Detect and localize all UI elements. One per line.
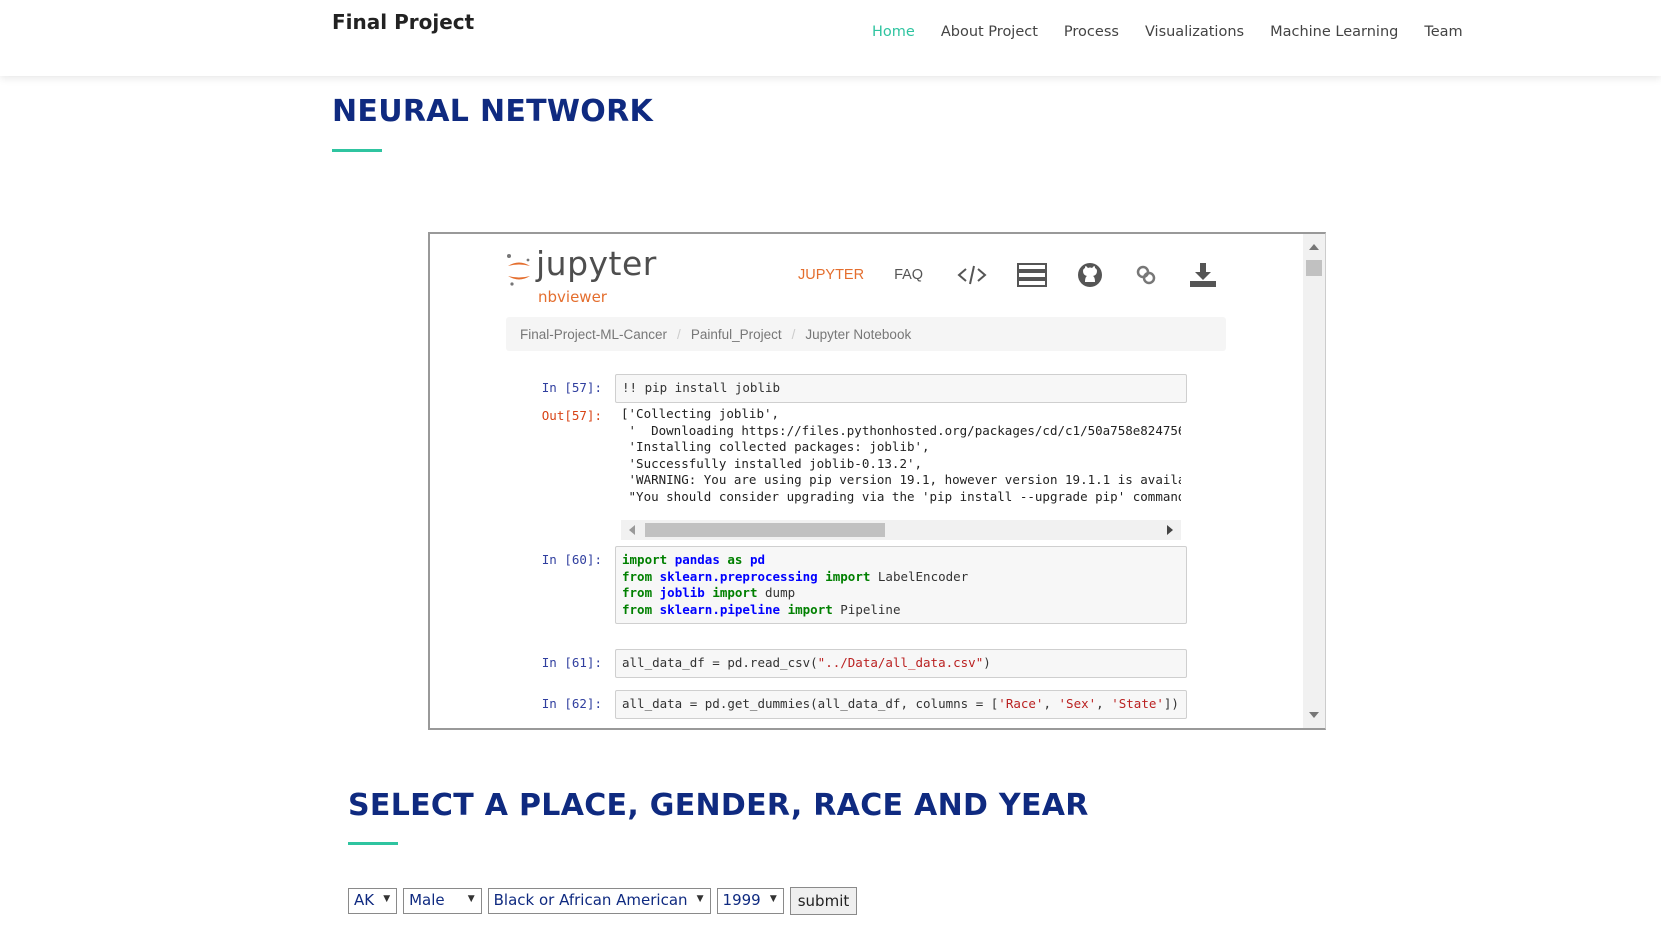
cell-prompt: In [60]:: [541, 552, 602, 567]
gender-select-value: Male: [409, 891, 445, 909]
nav-visualizations[interactable]: Visualizations: [1145, 24, 1244, 40]
breadcrumb-repo[interactable]: Final-Project-ML-Cancer: [520, 327, 667, 342]
brand-title[interactable]: Final Project: [332, 10, 474, 34]
cell-output: ['Collecting joblib', ' Downloading http…: [621, 406, 1181, 504]
scroll-thumb[interactable]: [1306, 260, 1322, 276]
title-underline: [332, 149, 382, 152]
submit-button[interactable]: submit: [789, 887, 858, 915]
breadcrumb: Final-Project-ML-Cancer / Painful_Projec…: [506, 317, 1226, 351]
dropdown-arrow-icon: ▼: [769, 894, 777, 904]
output-prompt: Out[57]:: [541, 408, 602, 423]
scroll-down-arrow-icon[interactable]: [1309, 712, 1319, 718]
nbviewer-nav-jupyter[interactable]: JUPYTER: [798, 267, 864, 283]
breadcrumb-folder[interactable]: Painful_Project: [691, 327, 782, 342]
race-select[interactable]: Black or African American ▼: [487, 888, 711, 914]
breadcrumb-notebook: Jupyter Notebook: [805, 326, 912, 342]
cell-prompt: In [61]:: [541, 655, 602, 670]
nbviewer-nav: JUPYTER FAQ: [798, 262, 1247, 288]
title-underline: [348, 842, 398, 845]
state-select[interactable]: AK ▼: [348, 888, 398, 914]
race-select-value: Black or African American: [493, 891, 688, 909]
nbviewer-wordmark: nbviewer: [538, 288, 607, 306]
dropdown-arrow-icon: ▼: [696, 894, 704, 904]
nav-machine-learning[interactable]: Machine Learning: [1270, 24, 1398, 40]
section-title-select: SELECT A PLACE, GENDER, RACE AND YEAR: [348, 788, 1089, 823]
code-cell[interactable]: all_data_df = pd.read_csv("../Data/all_d…: [615, 649, 1187, 678]
prediction-form: AK ▼ Male ▼ Black or African American ▼ 199…: [348, 887, 858, 915]
server-icon[interactable]: [1017, 263, 1048, 287]
iframe-vertical-scrollbar[interactable]: [1303, 234, 1325, 728]
nav-team[interactable]: Team: [1424, 24, 1462, 40]
scroll-left-arrow-icon[interactable]: [629, 525, 635, 535]
nav-about-project[interactable]: About Project: [941, 24, 1038, 40]
jupyter-wordmark: jupyter: [536, 244, 657, 283]
notebook-iframe[interactable]: jupyter nbviewer JUPYTER FAQ Final-Proje…: [428, 232, 1326, 730]
gender-select[interactable]: Male ▼: [403, 888, 482, 914]
scroll-up-arrow-icon[interactable]: [1309, 244, 1319, 250]
dropdown-arrow-icon: ▼: [467, 894, 475, 904]
code-cell[interactable]: all_data = pd.get_dummies(all_data_df, c…: [615, 690, 1187, 719]
github-icon[interactable]: [1077, 262, 1103, 288]
main-nav: Home About Project Process Visualization…: [872, 24, 1489, 40]
scroll-right-arrow-icon[interactable]: [1167, 525, 1173, 535]
year-select[interactable]: 1999 ▼: [716, 888, 784, 914]
jupyter-mark-icon: [507, 254, 530, 286]
top-navbar: Final Project Home About Project Process…: [0, 0, 1661, 76]
nav-process[interactable]: Process: [1064, 24, 1119, 40]
download-icon[interactable]: [1189, 262, 1217, 288]
section-title-neural-network: NEURAL NETWORK: [332, 94, 654, 129]
year-select-value: 1999: [722, 891, 761, 909]
nav-home[interactable]: Home: [872, 24, 915, 40]
state-select-value: AK: [354, 891, 375, 909]
breadcrumb-separator: /: [791, 326, 796, 342]
code-cell[interactable]: import pandas as pd from sklearn.preproc…: [615, 546, 1187, 624]
cell-prompt: In [62]:: [541, 696, 602, 711]
scroll-thumb[interactable]: [645, 523, 885, 537]
cell-prompt: In [57]:: [541, 380, 602, 395]
breadcrumb-separator: /: [677, 326, 681, 342]
output-horizontal-scrollbar[interactable]: [621, 520, 1181, 540]
code-cell[interactable]: !! pip install joblib: [615, 374, 1187, 403]
link-icon[interactable]: [1133, 262, 1159, 288]
dropdown-arrow-icon: ▼: [383, 894, 391, 904]
code-icon[interactable]: [957, 264, 987, 286]
nbviewer-nav-faq[interactable]: FAQ: [894, 267, 923, 283]
